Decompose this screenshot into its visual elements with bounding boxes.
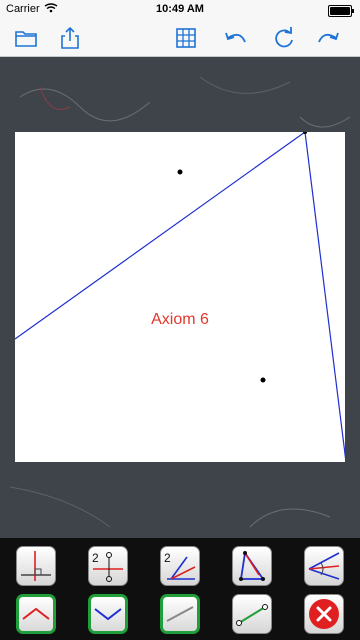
battery-icon <box>328 5 354 17</box>
fold-drawing <box>15 132 345 459</box>
reference-point[interactable] <box>177 169 183 175</box>
grid-icon[interactable] <box>172 24 200 52</box>
axiom-bisector-icon[interactable] <box>304 546 344 586</box>
top-toolbar <box>0 20 360 57</box>
fold-valley-icon[interactable] <box>16 594 56 634</box>
clock: 10:49 AM <box>156 3 204 15</box>
axiom-two-points-icon[interactable]: 2 <box>88 546 128 586</box>
bottom-toolbar: 2 2 <box>0 538 360 640</box>
paper-square[interactable]: Axiom 6 <box>15 132 345 462</box>
point-line-icon[interactable] <box>232 594 272 634</box>
axiom-triangle-icon[interactable] <box>232 546 272 586</box>
reference-point[interactable] <box>260 377 266 383</box>
redo-icon[interactable] <box>314 24 342 52</box>
status-bar: Carrier 10:49 AM <box>0 0 360 20</box>
crease-line-icon[interactable] <box>160 594 200 634</box>
svg-text:2: 2 <box>164 551 171 565</box>
refresh-icon[interactable] <box>270 24 298 52</box>
share-icon[interactable] <box>56 24 84 52</box>
paper-edge-line <box>304 132 345 459</box>
workspace[interactable]: Axiom 6 <box>0 57 360 538</box>
svg-text:2: 2 <box>92 551 99 565</box>
undo-icon[interactable] <box>222 24 250 52</box>
close-icon[interactable] <box>304 594 344 634</box>
axiom-two-angle-icon[interactable]: 2 <box>160 546 200 586</box>
axiom-perpendicular-icon[interactable] <box>16 546 56 586</box>
fold-line <box>15 132 306 340</box>
fold-mountain-icon[interactable] <box>88 594 128 634</box>
axiom-label: Axiom 6 <box>151 311 209 328</box>
folder-icon[interactable] <box>12 24 40 52</box>
